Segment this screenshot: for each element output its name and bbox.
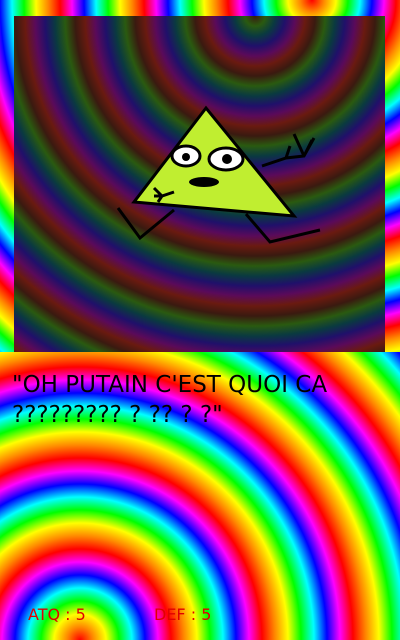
card-artwork xyxy=(14,16,385,352)
card-quote: "OH PUTAIN C'EST QUOI CA ????????? ? ?? … xyxy=(12,372,328,428)
attack-stat: ATQ : 5 xyxy=(28,605,86,624)
defense-stat: DEF : 5 xyxy=(154,605,212,624)
triangle-monster-icon xyxy=(116,105,321,244)
